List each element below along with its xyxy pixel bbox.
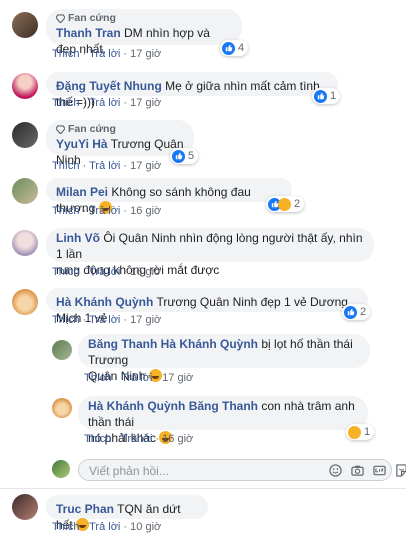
reply-action[interactable]: Trả lời [121, 433, 152, 445]
like-action[interactable]: Thích [52, 205, 80, 217]
haha-icon [278, 197, 291, 211]
like-action[interactable]: Thích [84, 433, 112, 445]
comment-bubble: Fan cứng Thanh Tran DM nhìn hợp và đẹp n… [46, 9, 242, 56]
reply-action[interactable]: Trả lời [121, 372, 152, 384]
reaction-summary[interactable]: 2 [266, 196, 305, 212]
fan-badge: Fan cứng [56, 123, 184, 135]
avatar[interactable] [12, 230, 38, 256]
like-action[interactable]: Thích [52, 160, 80, 172]
reply-actions: Thích · Trả lời · 17 giờ [84, 372, 194, 384]
reply-author[interactable]: Hà Khánh Quỳnh [88, 399, 185, 413]
timestamp[interactable]: 10 giờ [130, 521, 161, 533]
comment-actions: Thích · Trả lời · 17 giờ [52, 160, 162, 172]
avatar[interactable] [12, 12, 38, 38]
comment-bubble: Linh Võ Ôi Quân Ninh nhìn động lòng ngườ… [46, 228, 374, 277]
avatar[interactable] [52, 398, 72, 418]
comment-author[interactable]: Linh Võ [56, 231, 100, 245]
like-action[interactable]: Thích [84, 372, 112, 384]
camera-icon[interactable] [351, 464, 364, 477]
comment-actions: Thích · Trả lời · 17 giờ [52, 97, 162, 109]
comment-bubble: Truc Phan TQN ăn dứt hết [46, 495, 208, 532]
reply-action[interactable]: Trả lời [89, 266, 120, 278]
like-action[interactable]: Thích [52, 266, 80, 278]
fan-badge: Fan cứng [56, 12, 232, 24]
timestamp[interactable]: 17 giờ [130, 97, 161, 109]
diamond-icon [56, 124, 65, 134]
avatar[interactable] [12, 178, 38, 204]
haha-icon [348, 425, 361, 439]
timestamp[interactable]: 17 giờ [162, 372, 193, 384]
reply-bubble: Hà Khánh Quỳnh Băng Thanh con nhà trâm a… [78, 396, 368, 445]
reply-action[interactable]: Trả lời [89, 48, 120, 60]
comment-actions: Thích · Trả lời · 16 giờ [52, 266, 162, 278]
comment-author[interactable]: Truc Phan [56, 502, 114, 516]
reply-action[interactable]: Trả lời [89, 205, 120, 217]
timestamp[interactable]: 17 giờ [130, 314, 161, 326]
avatar[interactable] [12, 73, 38, 99]
comment-author[interactable]: Milan Pei [56, 185, 108, 199]
timestamp[interactable]: 17 giờ [130, 160, 161, 172]
reply-action[interactable]: Trả lời [89, 97, 120, 109]
reply-input[interactable] [87, 463, 311, 479]
reply-input-box[interactable] [78, 459, 406, 481]
avatar[interactable] [12, 494, 38, 520]
reaction-summary[interactable]: 2 [342, 304, 371, 320]
mention-link[interactable]: Băng Thanh [189, 399, 258, 413]
reply-author[interactable]: Băng Thanh [88, 337, 157, 351]
reply-action[interactable]: Trả lời [89, 160, 120, 172]
like-icon [314, 89, 327, 103]
reaction-summary[interactable]: 5 [170, 148, 199, 164]
comment-text: Ôi Quân Ninh nhìn động lòng người thật ấ… [56, 231, 363, 261]
like-icon [172, 149, 185, 163]
comment-actions: Thích · Trả lời · 10 giờ [52, 521, 162, 533]
comment-author[interactable]: Hà Khánh Quỳnh [56, 295, 153, 309]
avatar[interactable] [12, 122, 38, 148]
like-action[interactable]: Thích [52, 521, 80, 533]
like-action[interactable]: Thích [52, 97, 80, 109]
current-user-avatar [52, 460, 70, 478]
timestamp[interactable]: 16 giờ [130, 266, 161, 278]
reaction-summary[interactable]: 1 [346, 424, 375, 440]
like-action[interactable]: Thích [52, 314, 80, 326]
comment-author[interactable]: Đặng Tuyết Nhung [56, 79, 162, 93]
mention-link[interactable]: Hà Khánh Quỳnh [161, 337, 258, 351]
comment-bubble: Đặng Tuyết Nhung Mẹ ở giữa nhìn mất cảm … [46, 72, 338, 109]
comment-actions: Thích · Trả lời · 16 giờ [52, 205, 162, 217]
comment-author[interactable]: YyuYi Hà [56, 137, 108, 151]
avatar[interactable] [12, 289, 38, 315]
reply-actions: Thích · Trả lời · 16 giờ [84, 433, 194, 445]
like-icon [344, 305, 357, 319]
avatar[interactable] [52, 340, 72, 360]
comment-bubble: Hà Khánh Quỳnh Trương Quân Ninh đẹp 1 vẻ… [46, 288, 368, 325]
comment-author[interactable]: Thanh Tran [56, 26, 121, 40]
comment-actions: Thích · Trả lời · 17 giờ [52, 314, 162, 326]
comment-bubble: Milan Pei Không so sánh không đau thương [46, 178, 292, 215]
sticker-icon[interactable] [395, 464, 406, 477]
reaction-summary[interactable]: 1 [312, 88, 341, 104]
timestamp[interactable]: 16 giờ [162, 433, 193, 445]
timestamp[interactable]: 16 giờ [130, 205, 161, 217]
comment-actions: Thích · Trả lời · 17 giờ [52, 48, 162, 60]
reply-action[interactable]: Trả lời [89, 314, 120, 326]
reply-action[interactable]: Trả lời [89, 521, 120, 533]
emoji-icon[interactable] [329, 464, 342, 477]
like-icon [222, 41, 235, 55]
divider [0, 488, 406, 489]
gif-icon[interactable] [373, 464, 386, 477]
reaction-summary[interactable]: 4 [220, 40, 249, 56]
like-action[interactable]: Thích [52, 48, 80, 60]
reply-bubble: Băng Thanh Hà Khánh Quỳnh bị lọt hố thần… [78, 334, 370, 383]
diamond-icon [56, 13, 65, 23]
timestamp[interactable]: 17 giờ [130, 48, 161, 60]
